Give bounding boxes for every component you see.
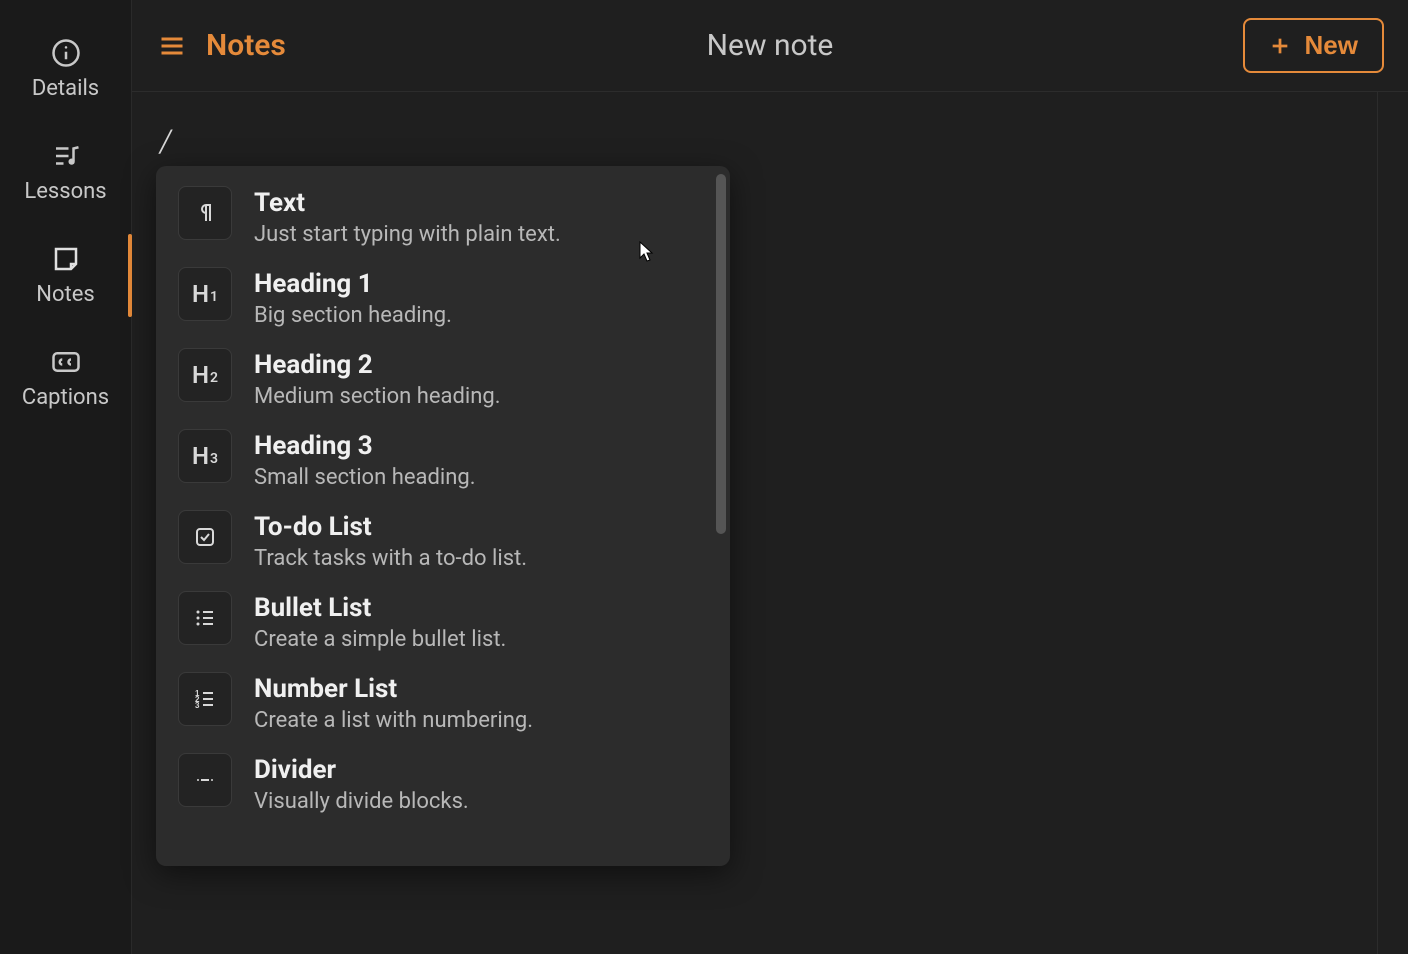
divider-icon: [178, 753, 232, 807]
pilcrow-icon: [178, 186, 232, 240]
menu-icon[interactable]: [156, 30, 188, 62]
number-list-icon: 1 2 3: [178, 672, 232, 726]
page-title: New note: [707, 28, 834, 63]
command-item-todo-list[interactable]: To-do List Track tasks with a to-do list…: [156, 500, 730, 581]
new-button-label: New: [1305, 30, 1358, 61]
svg-text:3: 3: [195, 701, 200, 710]
command-item-text[interactable]: Text Just start typing with plain text.: [156, 176, 730, 257]
command-item-title: Number List: [254, 674, 533, 704]
command-item-title: To-do List: [254, 512, 527, 542]
sidebar-item-label: Captions: [22, 385, 109, 410]
command-item-divider[interactable]: Divider Visually divide blocks.: [156, 743, 730, 824]
command-item-desc: Create a list with numbering.: [254, 708, 533, 733]
checkbox-icon: [178, 510, 232, 564]
command-item-desc: Track tasks with a to-do list.: [254, 546, 527, 571]
command-item-title: Heading 3: [254, 431, 476, 461]
cc-icon: [49, 345, 83, 379]
h1-icon: H1: [178, 267, 232, 321]
command-item-desc: Just start typing with plain text.: [254, 222, 561, 247]
editor-input-text: /: [160, 121, 170, 161]
main-panel: Notes New note New /: [132, 0, 1408, 954]
command-item-number-list[interactable]: 1 2 3 Number List Create a list with num…: [156, 662, 730, 743]
sidebar-item-label: Details: [32, 76, 99, 101]
scrollbar-thumb[interactable]: [716, 174, 726, 534]
command-item-title: Divider: [254, 755, 469, 785]
command-item-desc: Create a simple bullet list.: [254, 627, 506, 652]
new-button[interactable]: New: [1243, 18, 1384, 73]
sidebar-item-label: Lessons: [24, 179, 106, 204]
sidebar-item-notes[interactable]: Notes: [0, 224, 131, 327]
command-item-title: Heading 2: [254, 350, 501, 380]
sidebar-item-details[interactable]: Details: [0, 18, 131, 121]
command-item-desc: Big section heading.: [254, 303, 452, 328]
editor-area[interactable]: / Text Just start typing with plain text…: [132, 92, 1408, 954]
command-item-heading-1[interactable]: H1 Heading 1 Big section heading.: [156, 257, 730, 338]
command-item-heading-3[interactable]: H3 Heading 3 Small section heading.: [156, 419, 730, 500]
command-item-desc: Medium section heading.: [254, 384, 501, 409]
bullet-list-icon: [178, 591, 232, 645]
music-list-icon: [49, 139, 83, 173]
command-item-title: Bullet List: [254, 593, 506, 623]
topbar: Notes New note New: [132, 0, 1408, 92]
sticky-note-icon: [49, 242, 83, 276]
right-divider: [1377, 92, 1378, 954]
h3-icon: H3: [178, 429, 232, 483]
sidebar-item-captions[interactable]: Captions: [0, 327, 131, 430]
section-title: Notes: [206, 28, 286, 63]
command-item-bullet-list[interactable]: Bullet List Create a simple bullet list.: [156, 581, 730, 662]
command-item-desc: Visually divide blocks.: [254, 789, 469, 814]
plus-icon: [1269, 35, 1291, 57]
command-item-title: Text: [254, 188, 561, 218]
command-item-desc: Small section heading.: [254, 465, 476, 490]
h2-icon: H2: [178, 348, 232, 402]
command-item-title: Heading 1: [254, 269, 452, 299]
sidebar-item-label: Notes: [36, 282, 94, 307]
command-menu: Text Just start typing with plain text. …: [156, 166, 730, 866]
sidebar-item-lessons[interactable]: Lessons: [0, 121, 131, 224]
info-icon: [49, 36, 83, 70]
command-item-heading-2[interactable]: H2 Heading 2 Medium section heading.: [156, 338, 730, 419]
sidebar: Details Lessons Notes: [0, 0, 132, 954]
